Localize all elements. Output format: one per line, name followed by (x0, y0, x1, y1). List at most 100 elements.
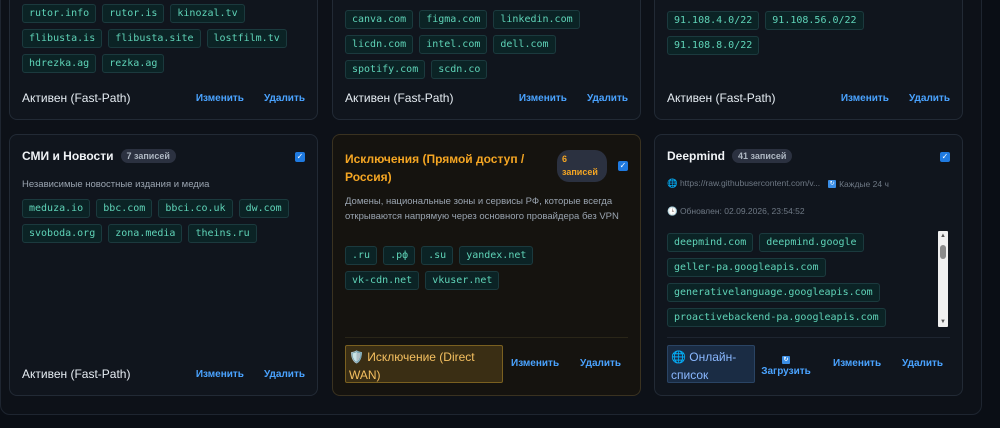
card-title: СМИ и Новости (22, 149, 114, 163)
delete-button[interactable]: Удалить (587, 93, 628, 104)
domain-tag: .рф (383, 246, 416, 265)
enable-checkbox[interactable]: ✓ (618, 161, 628, 171)
divider (345, 337, 628, 338)
domain-tag: geller-pa.googleapis.com (667, 258, 826, 277)
domain-tag: flibusta.site (108, 29, 201, 48)
tag-list: 91.108.4.0/22 91.108.56.0/22 91.108.8.0/… (667, 11, 950, 55)
card-title: Исключения (Прямой доступ / Россия) (345, 152, 525, 184)
enable-checkbox[interactable]: ✓ (295, 152, 305, 162)
domain-tag: bbc.com (96, 199, 153, 218)
subnet-tag: 91.108.8.0/22 (667, 36, 760, 55)
entry-count-badge: 6 записей (557, 150, 607, 182)
delete-button[interactable]: Удалить (909, 93, 950, 104)
edit-button[interactable]: Изменить (196, 93, 244, 104)
card-description: Независимые новостные издания и медиа (22, 179, 210, 190)
tag-list-scrollbar[interactable]: ▲ ▼ (938, 231, 948, 327)
tag-list: deepmind.com deepmind.google geller-pa.g… (667, 233, 932, 327)
update-interval: Каждые 24 ч (839, 178, 889, 189)
domain-tag: vkuser.net (425, 271, 500, 290)
edit-button[interactable]: Изменить (511, 358, 559, 369)
domain-tag: meduza.io (22, 199, 91, 218)
tag-list: rutor.info rutor.is kinozal.tv flibusta.… (22, 4, 305, 73)
domain-tag: licdn.com (345, 35, 414, 54)
domain-tag: scdn.co (431, 60, 488, 79)
status-text: Активен (Fast-Path) (345, 91, 454, 105)
card-header: Deepmind 41 записей (667, 149, 950, 163)
divider (667, 337, 950, 338)
status-text: Активен (Fast-Path) (22, 367, 131, 381)
load-label: Загрузить (761, 366, 811, 377)
delete-button[interactable]: Удалить (264, 369, 305, 380)
domain-tag: svoboda.org (22, 224, 103, 243)
domain-tag: lostfilm.tv (206, 29, 287, 48)
list-card-torrents: rutor.info rutor.is kinozal.tv flibusta.… (9, 0, 318, 120)
card-footer: Активен (Fast-Path) Изменить Удалить (667, 87, 950, 109)
delete-button[interactable]: Удалить (264, 93, 305, 104)
domain-tag: canva.com (345, 10, 414, 29)
direct-wan-mode-badge: 🛡️ Исключение (Direct WAN) (345, 345, 503, 383)
subnet-tag: 91.108.56.0/22 (765, 11, 864, 30)
source-url: 🌐 https://raw.githubusercontent.com/v... (667, 178, 821, 188)
domain-tag: proactivebackend-pa.googleapis.com (667, 308, 886, 327)
domain-tag: figma.com (419, 10, 488, 29)
refresh-icon: ↻ (828, 179, 837, 188)
list-card-media: СМИ и Новости 7 записей ✓ Независимые но… (9, 134, 318, 396)
online-list-mode-badge: 🌐 Онлайн-список (667, 345, 755, 383)
status-text: Активен (Fast-Path) (22, 91, 131, 105)
card-title: Deepmind (667, 149, 726, 163)
domain-tag: deepmind.google (759, 233, 864, 252)
domain-tag: intel.com (419, 35, 488, 54)
domain-tag: dell.com (493, 35, 556, 54)
entry-count-badge: 41 записей (732, 149, 793, 163)
domain-tag: yandex.net (459, 246, 534, 265)
load-button[interactable]: ↻ Загрузить (761, 352, 811, 378)
card-footer: Активен (Fast-Path) Изменить Удалить (22, 363, 305, 385)
delete-button[interactable]: Удалить (902, 358, 943, 369)
domain-tag: rezka.ag (102, 54, 165, 73)
subnet-tag: 91.108.4.0/22 (667, 11, 760, 30)
card-header: СМИ и Новости 7 записей (22, 149, 305, 163)
card-description: Домены, национальные зоны и сервисы РФ, … (345, 196, 619, 222)
list-card-deepmind: Deepmind 41 записей ✓ 🌐 https://raw.gith… (654, 134, 963, 396)
scroll-down-icon[interactable]: ▼ (938, 317, 948, 327)
domain-tag: theins.ru (188, 224, 257, 243)
status-text: Активен (Fast-Path) (667, 91, 776, 105)
entry-count-badge: 7 записей (120, 149, 176, 163)
domain-tag: rutor.is (102, 4, 165, 23)
scroll-up-icon[interactable]: ▲ (938, 231, 948, 241)
edit-button[interactable]: Изменить (519, 93, 567, 104)
domain-tag: dw.com (238, 199, 289, 218)
domain-tag: vk-cdn.net (345, 271, 420, 290)
card-footer: Активен (Fast-Path) Изменить Удалить (345, 87, 628, 109)
domain-tag: .ru (345, 246, 378, 265)
domain-tag: flibusta.is (22, 29, 103, 48)
domain-tag: spotify.com (345, 60, 426, 79)
domain-tag: bbci.co.uk (158, 199, 233, 218)
scrollbar-thumb[interactable] (940, 245, 946, 259)
updated-time: 🕒 Обновлен: 02.09.2026, 23:54:52 (667, 206, 805, 216)
enable-checkbox[interactable]: ✓ (940, 152, 950, 162)
tag-list: canva.com figma.com linkedin.com licdn.c… (345, 10, 628, 79)
refresh-icon: ↻ (782, 356, 790, 364)
source-meta: 🌐 https://raw.githubusercontent.com/v...… (667, 178, 950, 189)
domain-tag: hdrezka.ag (22, 54, 97, 73)
domain-tag: zona.media (108, 224, 183, 243)
domain-tag: linkedin.com (493, 10, 580, 29)
delete-button[interactable]: Удалить (580, 358, 621, 369)
list-card-exceptions: Исключения (Прямой доступ / Россия) 6 за… (332, 134, 641, 396)
list-card-subnets: 91.108.4.0/22 91.108.56.0/22 91.108.8.0/… (654, 0, 963, 120)
lists-panel: rutor.info rutor.is kinozal.tv flibusta.… (0, 0, 982, 415)
tag-list: meduza.io bbc.com bbci.co.uk dw.com svob… (22, 199, 305, 243)
card-footer: Активен (Fast-Path) Изменить Удалить (22, 87, 305, 109)
card-header: Исключения (Прямой доступ / Россия) 6 за… (345, 150, 628, 186)
edit-button[interactable]: Изменить (841, 93, 889, 104)
domain-tag: kinozal.tv (170, 4, 245, 23)
tag-list: .ru .рф .su yandex.net vk-cdn.net vkuser… (345, 246, 600, 290)
updated-meta: 🕒 Обновлен: 02.09.2026, 23:54:52 (667, 206, 950, 217)
edit-button[interactable]: Изменить (196, 369, 244, 380)
list-card-services: canva.com figma.com linkedin.com licdn.c… (332, 0, 641, 120)
domain-tag: generativelanguage.googleapis.com (667, 283, 880, 302)
domain-tag: deepmind.com (667, 233, 754, 252)
domain-tag: .su (421, 246, 454, 265)
edit-button[interactable]: Изменить (833, 358, 881, 369)
